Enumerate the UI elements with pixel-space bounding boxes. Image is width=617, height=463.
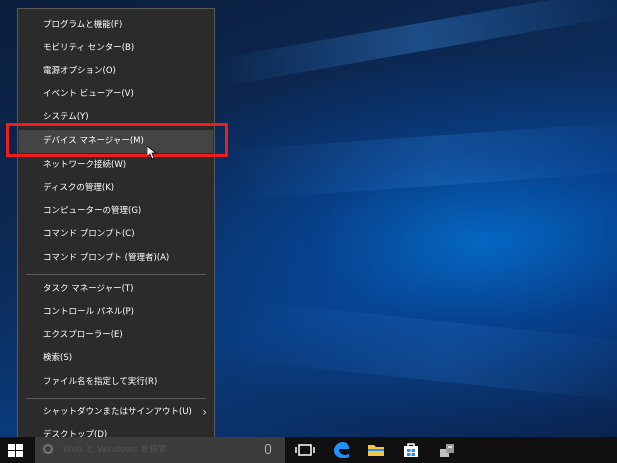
- menu-item-shutdown-signout[interactable]: シャットダウンまたはサインアウト(U) ›: [19, 401, 213, 424]
- app-icon[interactable]: [436, 440, 458, 460]
- menu-item-power-options[interactable]: 電源オプション(O): [19, 60, 213, 83]
- menu-item-label: シャットダウンまたはサインアウト(U): [43, 407, 192, 417]
- store-icon[interactable]: [400, 440, 422, 460]
- wallpaper-light-beam: [233, 300, 617, 404]
- wallpaper-light-beam: [230, 120, 617, 200]
- menu-item-network-connections[interactable]: ネットワーク接続(W): [19, 154, 213, 177]
- search-icon: [43, 444, 53, 454]
- menu-item-disk-management[interactable]: ディスクの管理(K): [19, 177, 213, 200]
- menu-item-mobility-center[interactable]: モビリティ センター(B): [19, 37, 213, 60]
- menu-separator: [26, 398, 206, 399]
- menu-item-control-panel[interactable]: コントロール パネル(P): [19, 301, 213, 324]
- microphone-icon[interactable]: [265, 444, 271, 454]
- menu-item-run[interactable]: ファイル名を指定して実行(R): [19, 371, 213, 394]
- search-placeholder: Web と Windows を検索: [63, 445, 168, 455]
- menu-item-command-prompt-admin[interactable]: コマンド プロンプト (管理者)(A): [19, 247, 213, 270]
- menu-item-search[interactable]: 検索(S): [19, 347, 213, 370]
- menu-item-programs-features[interactable]: プログラムと機能(F): [19, 14, 213, 37]
- menu-item-task-manager[interactable]: タスク マネージャー(T): [19, 278, 213, 301]
- menu-separator: [26, 274, 206, 275]
- winx-context-menu: プログラムと機能(F) モビリティ センター(B) 電源オプション(O) イベン…: [17, 8, 215, 448]
- file-explorer-icon[interactable]: [365, 440, 387, 460]
- wallpaper-light-beam: [210, 0, 617, 88]
- menu-item-computer-management[interactable]: コンピューターの管理(G): [19, 200, 213, 223]
- edge-icon[interactable]: [330, 440, 352, 460]
- menu-item-explorer[interactable]: エクスプローラー(E): [19, 324, 213, 347]
- menu-item-command-prompt[interactable]: コマンド プロンプト(C): [19, 223, 213, 246]
- chevron-right-icon: ›: [202, 405, 207, 419]
- mouse-pointer-icon: [147, 146, 157, 160]
- task-view-icon[interactable]: [294, 440, 316, 460]
- start-icon[interactable]: [8, 444, 24, 458]
- search-box[interactable]: Web と Windows を検索: [35, 437, 285, 463]
- menu-item-event-viewer[interactable]: イベント ビューアー(V): [19, 83, 213, 106]
- annotation-highlight-box: [6, 123, 228, 157]
